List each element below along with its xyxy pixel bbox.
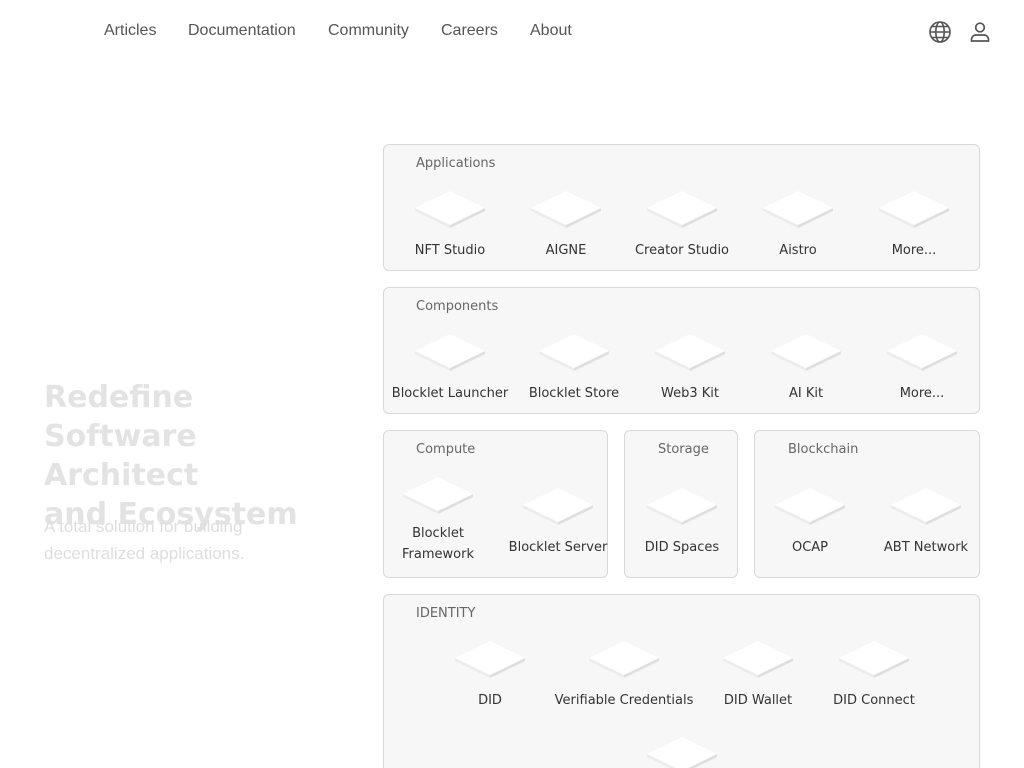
nav-about[interactable]: About: [530, 22, 572, 40]
item-label: AI Kit: [788, 386, 824, 401]
tile-icon: [889, 487, 963, 525]
item-blocklet-server[interactable]: Blocklet Server: [498, 487, 618, 558]
section-title: Blockchain: [788, 442, 859, 457]
tile-icon: [653, 333, 727, 371]
user-icon[interactable]: [968, 20, 992, 44]
tile-icon: [529, 190, 603, 228]
item-ocap[interactable]: OCAP: [750, 487, 870, 558]
item-creator-studio[interactable]: Creator Studio: [622, 190, 742, 261]
tile-icon: [645, 190, 719, 228]
item-label: NFT Studio: [414, 243, 486, 258]
item-label: Web3 Kit: [661, 386, 719, 401]
item-did-connect[interactable]: DID Connect: [814, 640, 934, 711]
item-verifiable-credentials[interactable]: Verifiable Credentials: [555, 640, 693, 711]
section-title: IDENTITY: [416, 606, 476, 621]
item-label: Blocklet Framework: [402, 526, 474, 562]
section-title: Applications: [416, 156, 496, 171]
tile-icon: [877, 190, 951, 228]
globe-icon[interactable]: [928, 20, 952, 44]
item-label: More...: [891, 243, 937, 258]
item-label: ABT Network: [883, 540, 969, 555]
item-did[interactable]: DID: [430, 640, 550, 711]
tile-icon: [769, 333, 843, 371]
applications-section: Applications NFT Studio AIGNE Creator St…: [383, 144, 980, 271]
item-did-wallet[interactable]: DID Wallet: [698, 640, 818, 711]
item-abt-network[interactable]: ABT Network: [866, 487, 986, 558]
hero-title: Redefine Software Architect and Ecosyste…: [44, 380, 298, 532]
section-title: Components: [416, 299, 499, 314]
item-more-applications[interactable]: More...: [854, 190, 974, 261]
item-web3-kit[interactable]: Web3 Kit: [630, 333, 750, 404]
components-section: Components Blocklet Launcher Blocklet St…: [383, 287, 980, 414]
tile-icon: [645, 487, 719, 525]
item-label: Verifiable Credentials: [554, 693, 694, 708]
tile-icon: [401, 476, 475, 514]
item-did-spaces[interactable]: DID Spaces: [622, 487, 742, 558]
item-label: Blocklet Store: [528, 386, 620, 401]
storage-section: Storage DID Spaces: [624, 430, 738, 578]
item-blocklet-launcher[interactable]: Blocklet Launcher: [390, 333, 510, 404]
item-label: OCAP: [791, 540, 829, 555]
blockchain-section: Blockchain OCAP ABT Network: [754, 430, 980, 578]
tile-icon: [453, 640, 527, 678]
tile-icon: [837, 640, 911, 678]
item-aistro[interactable]: Aistro: [738, 190, 858, 261]
nav-articles[interactable]: Articles: [104, 22, 156, 40]
item-label: DID Connect: [833, 693, 915, 708]
item-label: Blocklet Launcher: [391, 386, 509, 401]
item-more-components[interactable]: More...: [862, 333, 982, 404]
tile-icon: [413, 190, 487, 228]
tile-icon: [645, 736, 719, 768]
compute-section: Compute Blocklet Framework Blocklet Serv…: [383, 430, 608, 578]
tile-icon: [885, 333, 959, 371]
item-blocklet-framework[interactable]: Blocklet Framework: [378, 476, 498, 565]
tile-icon: [721, 640, 795, 678]
item-label: Aistro: [779, 243, 817, 258]
section-title: Compute: [416, 442, 476, 457]
item-label: More...: [899, 386, 945, 401]
item-label: DID Wallet: [723, 693, 793, 708]
nav-community[interactable]: Community: [328, 22, 409, 40]
tile-icon: [413, 333, 487, 371]
section-title: Storage: [658, 442, 709, 457]
tile-icon: [773, 487, 847, 525]
item-nft-studio[interactable]: NFT Studio: [390, 190, 510, 261]
nav-careers[interactable]: Careers: [441, 22, 498, 40]
item-label: AIGNE: [545, 243, 587, 258]
item-blocklet-store[interactable]: Blocklet Store: [514, 333, 634, 404]
tile-icon: [587, 640, 661, 678]
item-label: Creator Studio: [634, 243, 730, 258]
tile-icon: [521, 487, 595, 525]
item-identity-extra[interactable]: [622, 736, 742, 768]
item-label: Blocklet Server: [508, 540, 608, 555]
top-nav: Articles Documentation Community Careers…: [0, 0, 1024, 64]
nav-documentation[interactable]: Documentation: [188, 22, 296, 40]
item-label: DID: [478, 693, 502, 708]
item-label: DID Spaces: [644, 540, 720, 555]
item-aigne[interactable]: AIGNE: [506, 190, 626, 261]
hero-subtitle: A total solution for building decentrali…: [44, 517, 245, 563]
identity-section: IDENTITY DID Verifiable Credentials DID …: [383, 594, 980, 768]
tile-icon: [537, 333, 611, 371]
tile-icon: [761, 190, 835, 228]
item-ai-kit[interactable]: AI Kit: [746, 333, 866, 404]
